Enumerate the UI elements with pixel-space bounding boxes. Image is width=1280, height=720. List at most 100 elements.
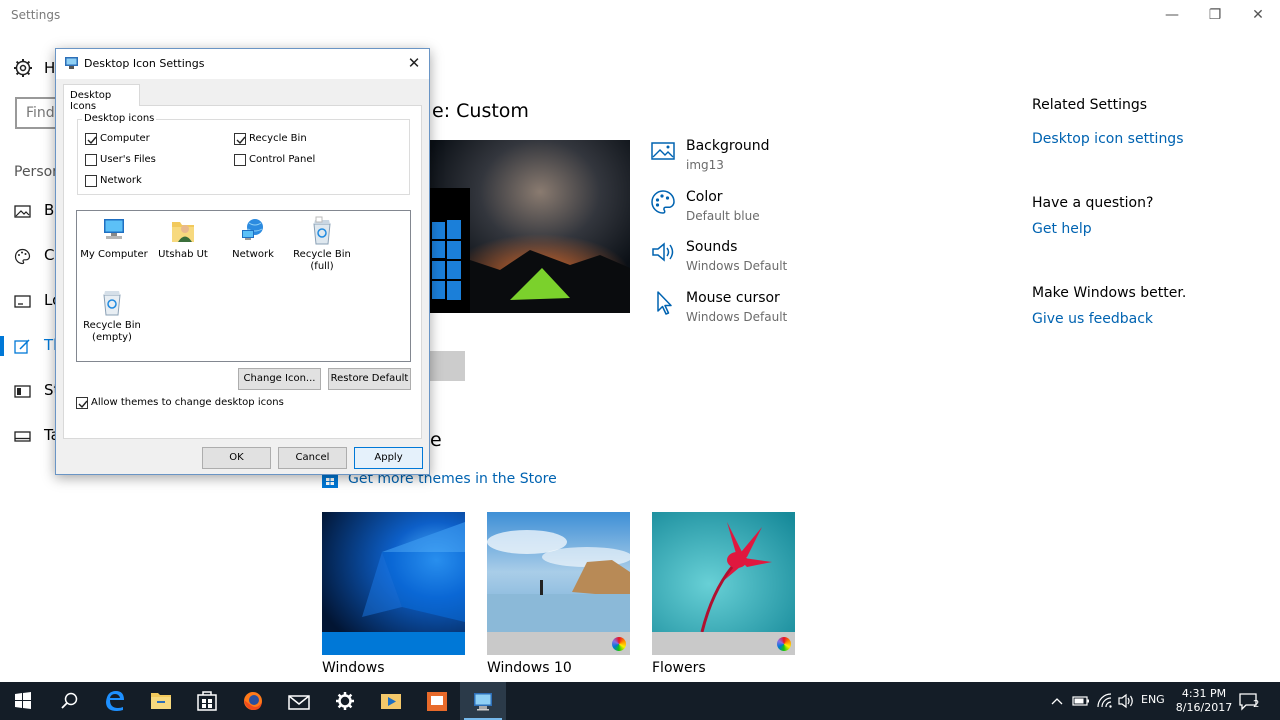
battery-icon[interactable] <box>1072 694 1090 708</box>
restore-default-button[interactable]: Restore Default <box>328 368 411 390</box>
maximize-button[interactable]: ❐ <box>1193 4 1237 26</box>
theme-tile-windows-10[interactable]: Windows 10 <box>487 512 630 677</box>
taskbar-app-file-explorer[interactable] <box>138 682 184 720</box>
multicolor-icon <box>777 637 791 651</box>
checkbox-box[interactable] <box>234 154 246 166</box>
background-value: img13 <box>686 158 724 172</box>
color-label: Color <box>686 189 723 205</box>
palette-icon <box>14 248 31 265</box>
palette-icon <box>651 190 675 214</box>
related-settings-heading: Related Settings <box>1032 97 1148 113</box>
edge-icon <box>106 691 124 711</box>
checkbox-box[interactable] <box>85 175 97 187</box>
color-setting[interactable]: Color Default blue <box>650 189 850 233</box>
start-icon <box>15 692 31 709</box>
notification-count: 2 <box>1253 699 1260 710</box>
theme-thumbnail <box>652 512 795 632</box>
sidebar-section-label: Person <box>14 164 62 180</box>
taskbar-app-desktop-icon-settings[interactable] <box>460 682 506 720</box>
chevron-up-icon[interactable] <box>1050 695 1064 707</box>
icon-item-recycle-bin-empty[interactable]: Recycle Bin (empty) <box>74 287 150 353</box>
theme-thumbnail <box>487 512 630 632</box>
store-icon <box>322 474 338 488</box>
ok-button[interactable]: OK <box>202 447 271 469</box>
recycle-bin-full-icon <box>313 216 331 245</box>
network-icon <box>242 219 263 240</box>
theme-name: Flowers <box>652 660 706 676</box>
cursor-icon <box>657 291 672 315</box>
change-icon-button[interactable]: Change Icon... <box>238 368 321 390</box>
give-feedback-link[interactable]: Give us feedback <box>1032 311 1153 327</box>
icon-label: My Computer <box>80 249 148 260</box>
recycle-bin-empty-icon <box>103 291 121 316</box>
multicolor-icon <box>612 637 626 651</box>
cancel-button[interactable]: Cancel <box>278 447 347 469</box>
checkbox-box[interactable] <box>234 133 246 145</box>
checkbox-label: User's Files <box>100 154 156 165</box>
sounds-setting[interactable]: Sounds Windows Default <box>650 239 850 283</box>
taskbar-app-media-player[interactable] <box>368 682 414 720</box>
icon-item-my-computer[interactable]: My Computer <box>76 216 152 282</box>
taskbar-app-edge[interactable] <box>92 682 138 720</box>
desktop-icons-list: My Computer Utshab Ut Network Recycle Bi… <box>76 210 411 362</box>
checkbox-box[interactable] <box>76 397 88 409</box>
window-title: Settings <box>11 8 61 22</box>
search-button[interactable] <box>46 682 92 720</box>
checkbox-label: Recycle Bin <box>249 133 307 144</box>
save-theme-button[interactable] <box>430 351 465 381</box>
desktop-icon-settings-icon <box>474 693 492 711</box>
desktop-icon-settings-link[interactable]: Desktop icon settings <box>1032 131 1184 147</box>
picture-icon <box>651 142 675 160</box>
wifi-icon[interactable] <box>1096 693 1114 709</box>
get-help-link[interactable]: Get help <box>1032 221 1092 237</box>
background-setting[interactable]: Background img13 <box>650 138 850 182</box>
desktop-icon-settings-dialog: Desktop Icon Settings ✕ Desktop Icons De… <box>55 48 430 475</box>
language-indicator[interactable]: ENG <box>1141 693 1165 706</box>
mouse-cursor-value: Windows Default <box>686 310 788 324</box>
volume-icon[interactable] <box>1118 693 1136 709</box>
theme-tile-windows[interactable]: Windows <box>322 512 465 677</box>
media-player-icon <box>381 694 401 709</box>
checkbox-box[interactable] <box>85 154 97 166</box>
apply-button[interactable]: Apply <box>354 447 423 469</box>
dialog-titlebar[interactable]: Desktop Icon Settings ✕ <box>56 49 429 79</box>
user-folder-icon <box>172 222 194 242</box>
icon-label: Recycle Bin (empty) <box>83 320 141 343</box>
action-center-button[interactable]: 2 <box>1236 690 1266 712</box>
start-icon <box>14 385 31 398</box>
clock[interactable]: 4:31 PM 8/16/2017 <box>1175 687 1233 715</box>
taskbar-app-firefox[interactable] <box>230 682 276 720</box>
sounds-label: Sounds <box>686 239 738 255</box>
start-button[interactable] <box>0 682 46 720</box>
taskbar-icon <box>14 431 31 442</box>
mail-icon <box>288 695 310 710</box>
theme-tile-flowers[interactable]: Flowers <box>652 512 795 677</box>
question-heading: Have a question? <box>1032 195 1154 211</box>
apply-theme-heading: e <box>430 429 442 451</box>
icon-item-user-files[interactable]: Utshab Ut <box>145 216 221 282</box>
dialog-title: Desktop Icon Settings <box>84 57 205 70</box>
icon-item-recycle-bin-full[interactable]: Recycle Bin (full) <box>284 216 360 282</box>
checkbox-box[interactable] <box>85 133 97 145</box>
taskbar-app-store[interactable] <box>184 682 230 720</box>
taskbar-app-presentation[interactable] <box>414 682 460 720</box>
minimize-button[interactable]: — <box>1150 4 1194 26</box>
mouse-cursor-setting[interactable]: Mouse cursor Windows Default <box>650 290 850 334</box>
icon-item-network[interactable]: Network <box>215 216 291 282</box>
settings-icon <box>336 692 354 710</box>
icon-label: Network <box>232 249 274 260</box>
theme-color-strip <box>487 632 630 655</box>
tab-desktop-icons[interactable]: Desktop Icons <box>63 84 140 112</box>
gear-icon[interactable] <box>13 58 33 78</box>
computer-icon <box>104 219 124 239</box>
dialog-close-button[interactable]: ✕ <box>399 49 429 79</box>
theme-preview <box>430 140 630 313</box>
taskbar-app-settings[interactable] <box>322 682 368 720</box>
theme-preview-image <box>430 140 630 313</box>
search-icon <box>61 692 78 709</box>
mouse-cursor-label: Mouse cursor <box>686 290 780 306</box>
taskbar-app-mail[interactable] <box>276 682 322 720</box>
file-explorer-icon <box>151 693 171 709</box>
close-button[interactable]: ✕ <box>1236 4 1280 26</box>
color-value: Default blue <box>686 209 760 223</box>
